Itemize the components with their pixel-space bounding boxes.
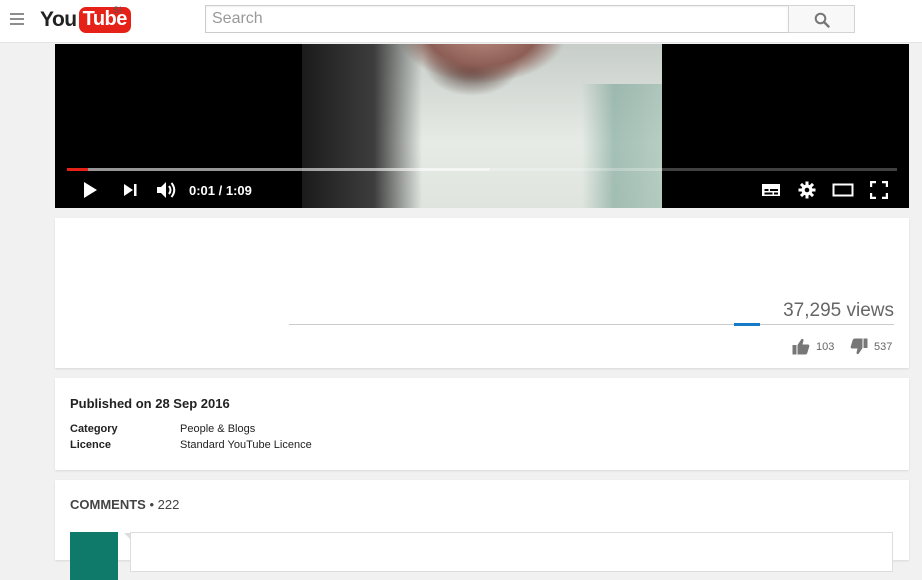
- logo-you-text: You: [40, 8, 77, 31]
- time-display: 0:01 / 1:09: [189, 182, 252, 198]
- progress-bar[interactable]: [67, 168, 897, 171]
- avatar[interactable]: [70, 532, 118, 580]
- licence-label: Licence: [70, 439, 111, 451]
- masthead: You Tube SI Search: [0, 0, 922, 43]
- volume-icon: [157, 182, 176, 198]
- player-controls: 0:01 / 1:09: [55, 176, 909, 204]
- theater-mode-icon: [832, 183, 854, 197]
- view-count: 37,295 views: [783, 300, 894, 321]
- thumbs-up-icon: [792, 338, 810, 355]
- search-icon: [814, 12, 830, 28]
- dislike-button[interactable]: 537: [850, 338, 892, 355]
- play-button[interactable]: [81, 180, 99, 200]
- fullscreen-button[interactable]: [870, 180, 888, 200]
- description-card: Published on 28 Sep 2016 Category People…: [55, 378, 909, 470]
- published-date: Published on 28 Sep 2016: [70, 396, 230, 411]
- progress-played: [67, 168, 88, 171]
- licence-value: Standard YouTube Licence: [180, 439, 312, 451]
- fullscreen-icon: [870, 181, 888, 199]
- next-icon: [124, 184, 137, 196]
- category-value[interactable]: People & Blogs: [180, 423, 255, 435]
- like-button[interactable]: 103: [792, 338, 834, 355]
- hamburger-menu-icon[interactable]: [10, 13, 24, 25]
- search-input[interactable]: Search: [205, 5, 789, 33]
- volume-button[interactable]: [156, 180, 178, 200]
- like-count: 103: [816, 340, 835, 353]
- progress-buffered: [67, 168, 490, 171]
- next-button[interactable]: [122, 180, 138, 200]
- comments-count: 222: [157, 497, 180, 512]
- country-code: SI: [113, 5, 122, 15]
- video-player[interactable]: 0:01 / 1:09: [55, 44, 909, 208]
- dislike-count: 537: [874, 340, 893, 353]
- category-label: Category: [70, 423, 118, 435]
- comment-input[interactable]: [124, 532, 893, 572]
- comments-label: COMMENTS: [70, 497, 146, 512]
- comments-separator: •: [149, 497, 155, 512]
- logo-tube-text: Tube: [78, 7, 131, 33]
- play-icon: [84, 182, 97, 198]
- comments-card: COMMENTS • 222: [55, 480, 909, 580]
- subtitles-icon: [762, 184, 780, 196]
- search-button[interactable]: [788, 5, 855, 33]
- comments-header: COMMENTS • 222: [70, 497, 179, 512]
- sentiment-bar-likes: [734, 323, 760, 326]
- thumbs-down-icon: [850, 338, 868, 355]
- theater-mode-button[interactable]: [832, 180, 854, 200]
- settings-button[interactable]: [798, 180, 816, 200]
- settings-icon: [798, 181, 816, 199]
- video-info-card: 37,295 views 103 537: [55, 218, 909, 368]
- subtitles-button[interactable]: [761, 180, 781, 200]
